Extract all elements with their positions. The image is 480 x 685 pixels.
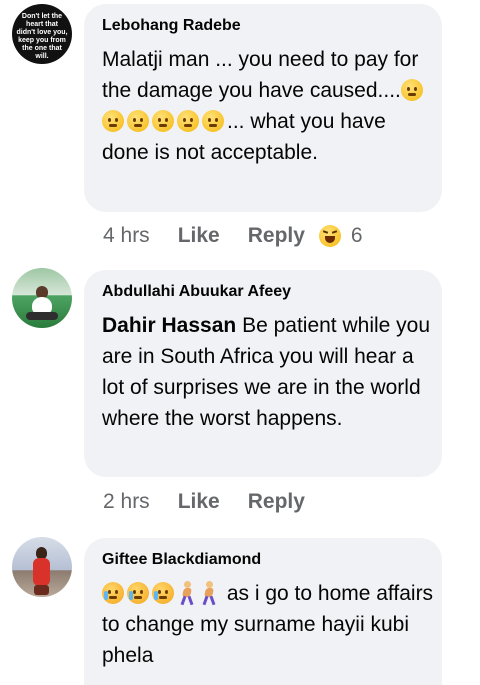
comment-bubble: Giftee Blackdiamond as i go to home affa… <box>84 538 442 685</box>
crying-face-icon <box>152 582 174 604</box>
comment-timestamp[interactable]: 4 hrs <box>103 224 150 248</box>
weary-face-icon <box>400 79 423 101</box>
avatar[interactable]: Don't let the heart that didn't love you… <box>12 4 72 64</box>
rolling-eyes-icon <box>152 110 174 132</box>
laughing-face-icon[interactable] <box>318 225 341 247</box>
comment-actions: 4 hrs Like Reply 6 <box>103 224 363 248</box>
reply-button[interactable]: Reply <box>248 490 305 514</box>
comment-actions: 2 hrs Like Reply <box>103 490 333 514</box>
walking-woman-icon <box>177 581 197 606</box>
rolling-eyes-icon <box>102 110 124 132</box>
comment-author[interactable]: Abdullahi Abuukar Afeey <box>102 283 291 301</box>
avatar[interactable] <box>12 268 72 328</box>
reaction-count[interactable]: 6 <box>351 224 363 248</box>
avatar-quote-text: Don't let the heart that didn't love you… <box>16 13 68 60</box>
comment-timestamp[interactable]: 2 hrs <box>103 490 150 514</box>
comment-text: Dahir Hassan Be patient while you are in… <box>102 310 434 434</box>
comment-text-part: Malatji man ... you need to pay for the … <box>102 48 419 102</box>
like-button[interactable]: Like <box>178 224 220 248</box>
mention-link[interactable]: Dahir Hassan <box>102 314 236 337</box>
comment-author[interactable]: Giftee Blackdiamond <box>102 551 261 569</box>
comment-bubble: Lebohang Radebe Malatji man ... you need… <box>84 4 442 212</box>
comment-text: as i go to home affairs to change my sur… <box>102 578 434 671</box>
like-button[interactable]: Like <box>178 490 220 514</box>
comment-bubble: Abdullahi Abuukar Afeey Dahir Hassan Be … <box>84 270 442 477</box>
comment-text: Malatji man ... you need to pay for the … <box>102 44 434 168</box>
crying-face-icon <box>127 582 149 604</box>
rolling-eyes-icon <box>202 110 224 132</box>
walking-woman-icon <box>199 581 219 606</box>
reply-button[interactable]: Reply <box>248 224 305 248</box>
weary-face-icon <box>177 110 199 132</box>
comment-author[interactable]: Lebohang Radebe <box>102 17 241 35</box>
crying-face-icon <box>102 582 124 604</box>
avatar[interactable] <box>12 537 72 597</box>
weary-face-icon <box>127 110 149 132</box>
